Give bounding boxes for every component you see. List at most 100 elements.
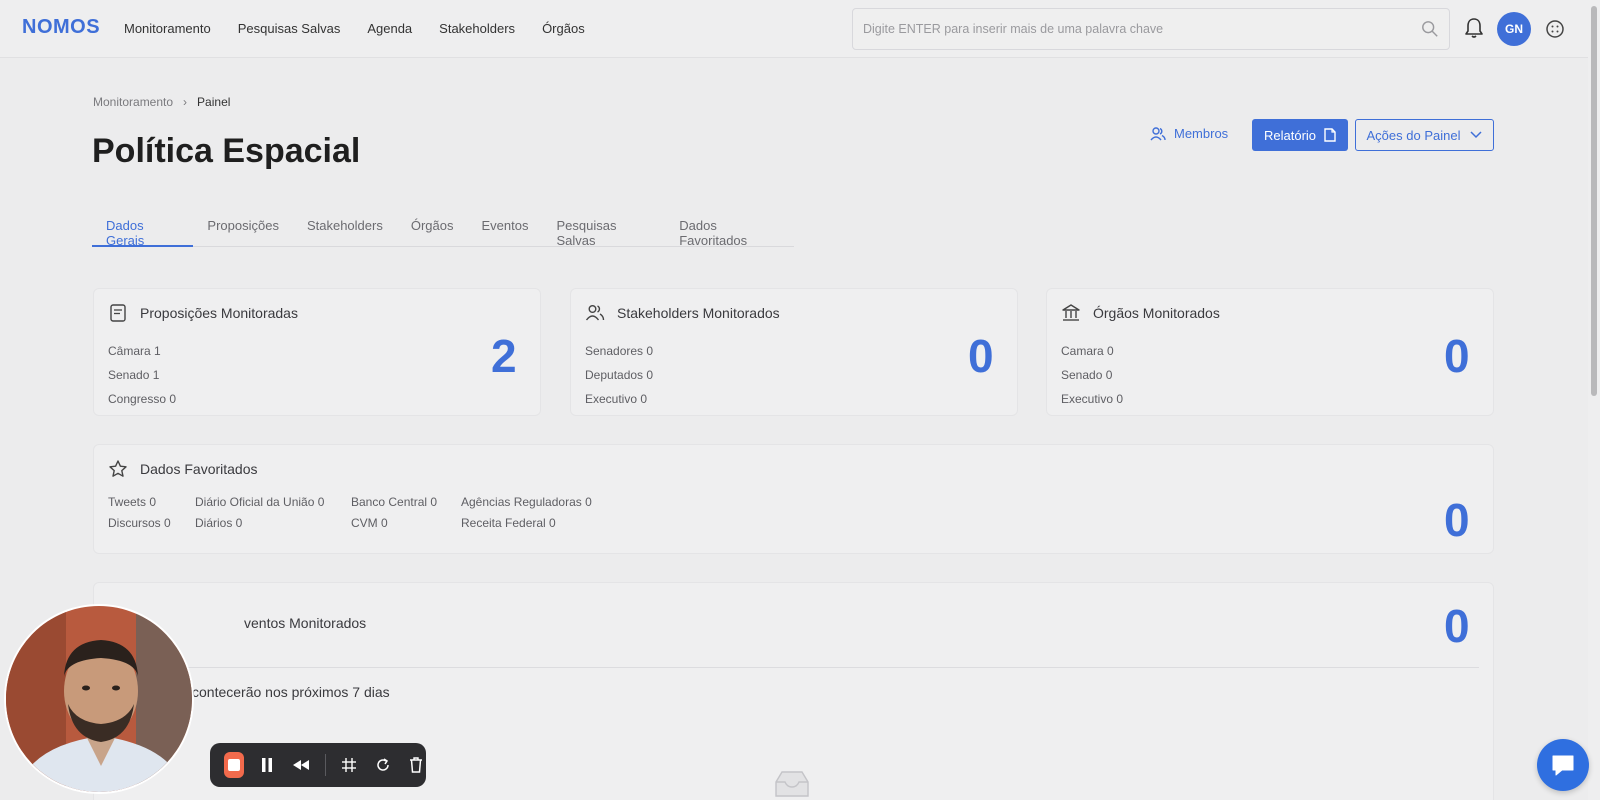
nav-item-pesquisas-salvas[interactable]: Pesquisas Salvas — [238, 21, 341, 36]
stat-item: Diários 0 — [195, 516, 243, 530]
chat-button[interactable] — [1537, 739, 1589, 791]
members-button[interactable]: Membros — [1150, 126, 1228, 141]
presenter-video — [6, 606, 192, 792]
users-icon — [1150, 126, 1166, 140]
grid-button[interactable] — [339, 752, 359, 778]
agencies-card[interactable]: Órgãos Monitorados Camara 0 Senado 0 Exe… — [1046, 288, 1494, 416]
stat-row: Senado 1 — [108, 368, 160, 382]
stat-item: Agências Reguladoras 0 — [461, 495, 592, 509]
bell-icon[interactable] — [1464, 17, 1484, 39]
toolbar-divider — [324, 754, 326, 776]
propositions-card[interactable]: Proposições Monitoradas Câmara 1 Senado … — [93, 288, 541, 416]
document-icon — [110, 304, 126, 322]
chevron-down-icon — [1470, 131, 1482, 139]
recording-toolbar — [210, 743, 426, 787]
chat-icon — [1552, 755, 1574, 776]
card-stats: Senadores 0 Deputados 0 Executivo 0 — [585, 339, 653, 411]
events-subtitle: contecerão nos próximos 7 dias — [192, 684, 390, 700]
trash-icon — [410, 757, 423, 773]
nav-item-stakeholders[interactable]: Stakeholders — [439, 21, 515, 36]
card-total: 0 — [968, 330, 994, 382]
apps-icon[interactable] — [1545, 19, 1565, 39]
rewind-button[interactable] — [291, 752, 311, 778]
stat-row: Senadores 0 — [585, 344, 654, 358]
card-total: 2 — [491, 330, 517, 382]
tab-dados-gerais[interactable]: Dados Gerais — [92, 211, 194, 248]
stat-item: Diário Oficial da União 0 — [195, 495, 325, 509]
breadcrumb-parent[interactable]: Monitoramento — [93, 95, 173, 109]
stat-row: Senado 0 — [1061, 368, 1113, 382]
main-nav: Monitoramento Pesquisas Salvas Agenda St… — [124, 21, 585, 36]
rewind-icon — [292, 760, 309, 770]
tab-dados-favoritados[interactable]: Dados Favoritados — [665, 211, 794, 248]
pause-icon — [262, 758, 273, 772]
top-navbar: NOMOS Monitoramento Pesquisas Salvas Age… — [0, 0, 1600, 58]
restart-icon — [376, 758, 389, 771]
users-icon — [585, 305, 605, 321]
building-icon — [1062, 304, 1080, 321]
nav-item-agenda[interactable]: Agenda — [367, 21, 412, 36]
search-icon[interactable] — [1421, 20, 1439, 38]
divider — [108, 667, 1479, 668]
tab-stakeholders[interactable]: Stakeholders — [293, 211, 397, 247]
stat-row: Executivo 0 — [585, 392, 648, 406]
stat-row: Câmara 1 — [108, 344, 161, 358]
page-title: Política Espacial — [92, 132, 361, 170]
stat-row: Executivo 0 — [1061, 392, 1124, 406]
stop-recording-button[interactable] — [224, 752, 244, 778]
scrollbar-thumb[interactable] — [1591, 6, 1597, 396]
members-label: Membros — [1174, 126, 1229, 141]
stop-icon — [227, 759, 240, 771]
stakeholders-card[interactable]: Stakeholders Monitorados Senadores 0 Dep… — [570, 288, 1018, 416]
card-header: Dados Favoritados — [108, 459, 258, 479]
favorites-stats: Tweets 0 Diário Oficial da União 0 Banco… — [108, 495, 611, 530]
breadcrumb-current: Painel — [197, 95, 231, 109]
chevron-right-icon: › — [183, 95, 188, 109]
tab-orgaos[interactable]: Órgãos — [397, 211, 468, 247]
tab-pesquisas-salvas[interactable]: Pesquisas Salvas — [542, 211, 665, 248]
report-label: Relatório — [1263, 127, 1317, 143]
breadcrumb: Monitoramento › Painel — [93, 95, 230, 109]
delete-button[interactable] — [406, 752, 426, 778]
card-title: Órgãos Monitorados — [1093, 305, 1220, 321]
panel-tabs: Dados Gerais Proposições Stakeholders Ór… — [92, 211, 794, 248]
card-total: 0 — [1444, 494, 1470, 546]
pause-button[interactable] — [258, 752, 278, 778]
page-scrollbar[interactable] — [1588, 0, 1600, 800]
user-avatar[interactable]: GN — [1497, 12, 1531, 46]
card-header: Stakeholders Monitorados — [585, 303, 780, 323]
grid-icon — [342, 758, 357, 772]
card-header: Proposições Monitoradas — [108, 303, 298, 323]
nav-item-monitoramento[interactable]: Monitoramento — [124, 21, 211, 36]
webcam-overlay[interactable] — [4, 604, 194, 794]
star-icon — [109, 460, 127, 477]
stat-item: Receita Federal 0 — [461, 516, 556, 530]
tab-proposicoes[interactable]: Proposições — [193, 211, 293, 247]
card-title: Dados Favoritados — [140, 461, 258, 477]
stat-row: Camara 0 — [1061, 344, 1114, 358]
card-title: Proposições Monitoradas — [140, 305, 298, 321]
card-total: 0 — [1444, 330, 1470, 382]
favorites-card[interactable]: Dados Favoritados Tweets 0 Diário Oficia… — [93, 444, 1494, 554]
card-total: 0 — [1444, 600, 1470, 652]
stat-row: Congresso 0 — [108, 392, 177, 406]
stat-item: Banco Central 0 — [351, 495, 438, 509]
search-input[interactable] — [863, 19, 1403, 39]
card-title: ventos Monitorados — [244, 615, 367, 631]
app-logo[interactable]: NOMOS — [22, 16, 100, 39]
search-box — [852, 8, 1450, 50]
card-stats: Camara 0 Senado 0 Executivo 0 — [1061, 339, 1123, 411]
stat-item: Discursos 0 — [108, 516, 171, 530]
report-button[interactable]: Relatório — [1252, 119, 1348, 151]
panel-actions-label: Ações do Painel — [1366, 127, 1461, 143]
stat-row: Deputados 0 — [585, 368, 654, 382]
panel-actions-dropdown[interactable]: Ações do Painel — [1355, 119, 1494, 151]
restart-button[interactable] — [373, 752, 393, 778]
nav-item-orgaos[interactable]: Órgãos — [542, 21, 585, 36]
file-icon — [1324, 128, 1336, 142]
empty-inbox-icon — [775, 771, 809, 797]
card-header: Órgãos Monitorados — [1061, 303, 1220, 323]
tab-eventos[interactable]: Eventos — [467, 211, 542, 247]
card-title: Stakeholders Monitorados — [617, 305, 780, 321]
card-stats: Câmara 1 Senado 1 Congresso 0 — [108, 339, 176, 411]
